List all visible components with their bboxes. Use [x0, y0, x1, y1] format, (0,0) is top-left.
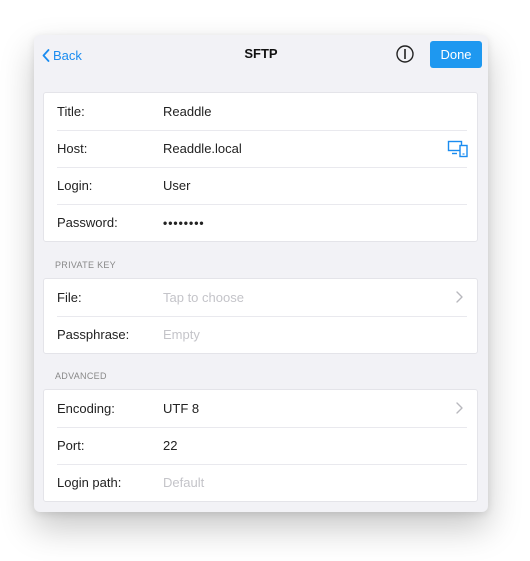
- login-row[interactable]: Login: User: [44, 167, 477, 204]
- login-path-label: Login path:: [57, 475, 122, 490]
- title-label: Title:: [57, 104, 85, 119]
- login-path-field[interactable]: Default: [163, 475, 204, 490]
- file-label: File:: [57, 290, 82, 305]
- port-field[interactable]: 22: [163, 438, 177, 453]
- done-button[interactable]: Done: [430, 41, 482, 68]
- devices-icon[interactable]: [447, 140, 469, 158]
- back-button[interactable]: Back: [42, 45, 82, 65]
- password-row[interactable]: Password: ••••••••: [44, 204, 477, 241]
- file-row[interactable]: File: Tap to choose: [44, 279, 477, 316]
- sftp-settings-panel: Back SFTP Done Title: Readdle Host: Read…: [34, 35, 488, 512]
- host-field[interactable]: Readdle.local: [163, 141, 242, 156]
- chevron-right-icon: [456, 402, 463, 414]
- info-icon: [396, 45, 414, 63]
- private-key-section-header: PRIVATE KEY: [55, 260, 116, 270]
- port-label: Port:: [57, 438, 85, 453]
- host-label: Host:: [57, 141, 88, 156]
- login-label: Login:: [57, 178, 93, 193]
- port-row[interactable]: Port: 22: [44, 427, 477, 464]
- advanced-group: Encoding: UTF 8 Port: 22 Login path: Def…: [43, 389, 478, 502]
- info-button[interactable]: [395, 44, 415, 64]
- connection-group: Title: Readdle Host: Readdle.local Login…: [43, 92, 478, 242]
- title-row[interactable]: Title: Readdle: [44, 93, 477, 130]
- file-picker[interactable]: Tap to choose: [163, 290, 244, 305]
- password-label: Password:: [57, 215, 118, 230]
- page-title: SFTP: [244, 46, 278, 61]
- passphrase-row[interactable]: Passphrase: Empty: [44, 316, 477, 353]
- private-key-group: File: Tap to choose Passphrase: Empty: [43, 278, 478, 354]
- chevron-left-icon: [42, 48, 50, 62]
- host-row[interactable]: Host: Readdle.local: [44, 130, 477, 167]
- chevron-right-icon: [456, 291, 463, 303]
- back-button-label: Back: [53, 47, 82, 63]
- passphrase-label: Passphrase:: [57, 327, 130, 342]
- login-path-row[interactable]: Login path: Default: [44, 464, 477, 501]
- encoding-label: Encoding:: [57, 401, 115, 416]
- password-field[interactable]: ••••••••: [163, 216, 205, 230]
- title-field[interactable]: Readdle: [163, 104, 211, 119]
- encoding-row[interactable]: Encoding: UTF 8: [44, 390, 477, 427]
- advanced-section-header: ADVANCED: [55, 371, 107, 381]
- login-field[interactable]: User: [163, 178, 190, 193]
- encoding-value[interactable]: UTF 8: [163, 401, 199, 416]
- navigation-bar: Back SFTP Done: [34, 35, 488, 75]
- passphrase-field[interactable]: Empty: [163, 327, 200, 342]
